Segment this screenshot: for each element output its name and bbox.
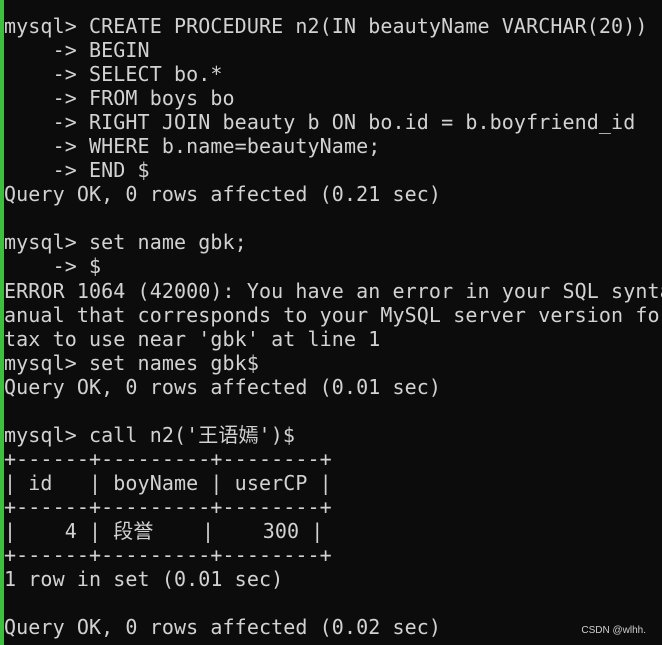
terminal-line: -> BEGIN — [4, 38, 150, 63]
terminal-line: -> FROM boys bo — [4, 86, 235, 111]
terminal-line: mysql> set names gbk$ — [4, 350, 259, 375]
table-header-row: | id | boyName | userCP | — [4, 470, 332, 495]
table-border-line: +------+---------+--------+ — [4, 543, 332, 568]
terminal-line: Query OK, 0 rows affected (0.02 sec) — [4, 615, 442, 640]
terminal-line: mysql> CREATE PROCEDURE n2(IN beautyName… — [4, 14, 648, 38]
table-border-line: +------+---------+--------+ — [4, 446, 332, 471]
terminal-line: -> RIGHT JOIN beauty b ON bo.id = b.boyf… — [4, 110, 636, 135]
watermark: CSDN @wlhh. — [581, 625, 646, 636]
terminal-output[interactable]: mysql> CREATE PROCEDURE n2(IN beautyName… — [4, 14, 662, 645]
terminal-line: -> $ — [4, 254, 102, 279]
terminal-line: -> END $ — [4, 158, 150, 183]
terminal-line: anual that corresponds to your MySQL ser… — [4, 302, 662, 327]
table-row: | 4 | 段誉 | 300 | — [4, 518, 324, 543]
terminal-line: 1 row in set (0.01 sec) — [4, 567, 284, 592]
table-border-line: +------+---------+--------+ — [4, 494, 332, 519]
terminal-line: Query OK, 0 rows affected (0.21 sec) — [4, 182, 442, 207]
terminal-line: ERROR 1064 (42000): You have an error in… — [4, 278, 662, 303]
terminal-line: tax to use near 'gbk' at line 1 — [4, 326, 381, 351]
terminal-line: -> WHERE b.name=beautyName; — [4, 134, 381, 159]
terminal-line: mysql> set name gbk; — [4, 230, 247, 255]
terminal-line: -> SELECT bo.* — [4, 62, 223, 87]
terminal-line: mysql> call n2('王语嫣')$ — [4, 422, 295, 447]
terminal-line: Query OK, 0 rows affected (0.01 sec) — [4, 374, 442, 399]
